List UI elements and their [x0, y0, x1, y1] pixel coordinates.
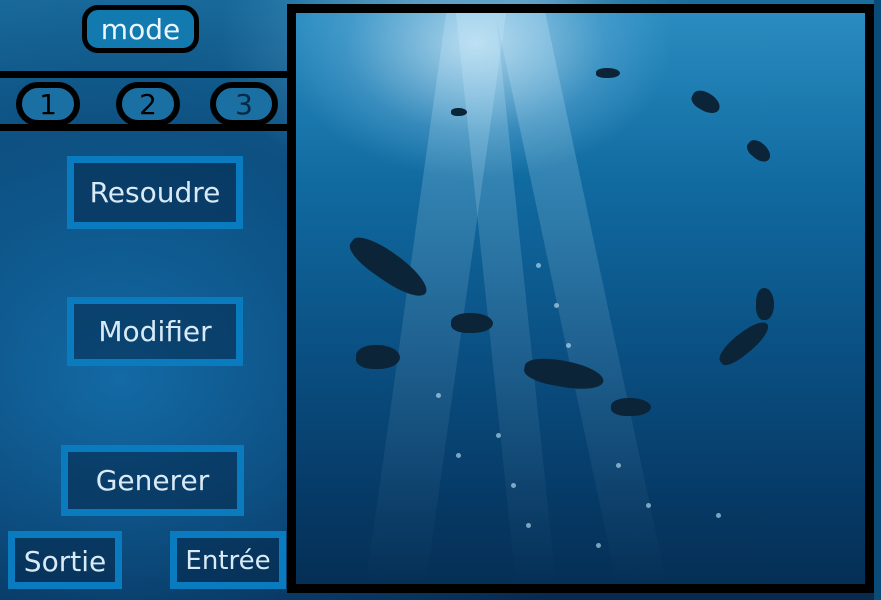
main-image-frame[interactable] [287, 4, 874, 593]
fish-silhouette [714, 316, 774, 370]
sortie-button[interactable]: Sortie [8, 531, 122, 589]
fish-silhouette [356, 345, 400, 369]
bubble [616, 463, 621, 468]
fish-silhouette [451, 108, 467, 116]
divider-top [0, 71, 293, 78]
fish-silhouette [743, 136, 775, 166]
right-edge [874, 0, 881, 600]
bubble [566, 343, 571, 348]
mode-button[interactable]: mode [82, 5, 199, 53]
bubble [496, 433, 501, 438]
fish-silhouette [756, 288, 774, 320]
entree-button[interactable]: Entrée [170, 531, 286, 589]
bubble [511, 483, 516, 488]
resoudre-button[interactable]: Resoudre [67, 156, 243, 229]
modifier-button[interactable]: Modifier [67, 297, 243, 366]
bubble [716, 513, 721, 518]
bubble [596, 543, 601, 548]
bubble [456, 453, 461, 458]
fish-silhouette [688, 86, 724, 118]
fish-silhouette [451, 313, 493, 333]
bubble [436, 393, 441, 398]
generer-button[interactable]: Generer [61, 445, 244, 516]
bubble [554, 303, 559, 308]
bubble [536, 263, 541, 268]
fish-silhouette [611, 398, 651, 416]
level-2-button[interactable]: 2 [116, 82, 180, 126]
level-1-button[interactable]: 1 [16, 82, 80, 126]
bubble [646, 503, 651, 508]
bubble [526, 523, 531, 528]
fish-silhouette [596, 68, 620, 78]
level-3-button[interactable]: 3 [210, 82, 278, 126]
